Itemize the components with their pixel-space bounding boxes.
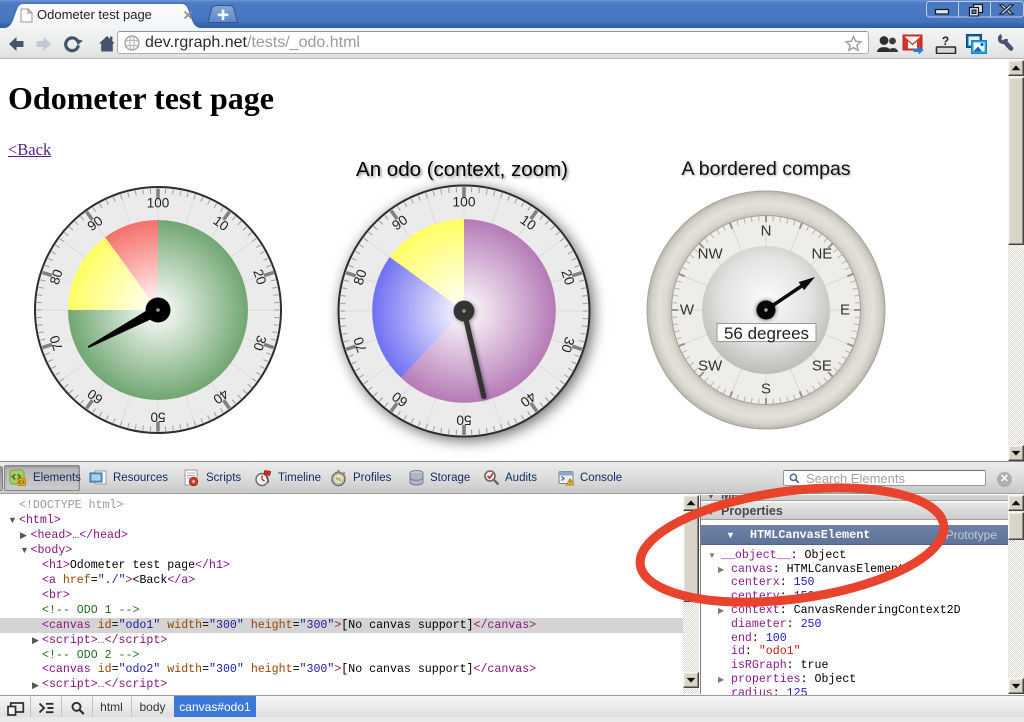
svg-text:W: W bbox=[680, 302, 695, 319]
svg-text:?: ? bbox=[942, 34, 949, 48]
svg-text:!: ! bbox=[569, 481, 571, 487]
svg-text:SW: SW bbox=[698, 357, 723, 374]
svg-text:SE: SE bbox=[812, 357, 832, 374]
svg-text:100: 100 bbox=[147, 196, 170, 211]
svg-text:S: S bbox=[761, 381, 771, 398]
svg-text:50: 50 bbox=[150, 410, 165, 425]
svg-text:N: N bbox=[761, 223, 772, 240]
svg-text:NW: NW bbox=[698, 246, 724, 263]
svg-text:100: 100 bbox=[452, 194, 475, 209]
svg-text:56 degrees: 56 degrees bbox=[724, 324, 809, 343]
svg-text:%: % bbox=[336, 477, 342, 484]
svg-text:E: E bbox=[840, 302, 850, 319]
svg-text:NE: NE bbox=[811, 246, 832, 263]
svg-text:50: 50 bbox=[456, 412, 472, 427]
